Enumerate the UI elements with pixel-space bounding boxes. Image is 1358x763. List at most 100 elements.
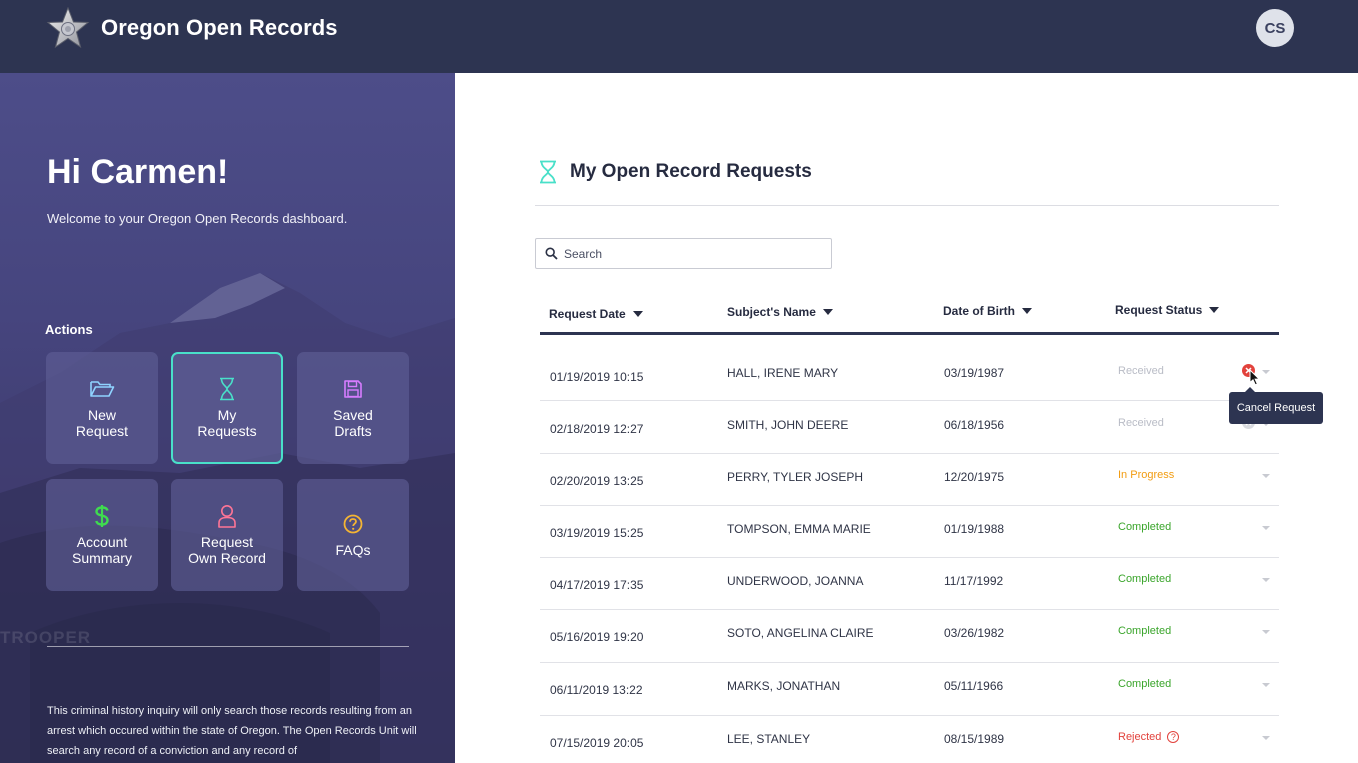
request-own-record-tile[interactable]: Request Own Record [171,479,283,591]
subject-name-cell: SOTO, ANGELINA CLAIRE [727,626,874,640]
table-row[interactable]: 02/20/2019 13:25 PERRY, TYLER JOSEPH 12/20… [540,454,1279,506]
subject-name-cell: UNDERWOOD, JOANNA [727,574,864,588]
table-row[interactable]: 02/18/2019 12:27 SMITH, JOHN DEERE 06/18/1… [540,402,1279,454]
status-badge: Completed [1118,625,1172,637]
person-icon [218,505,236,528]
row-expand-chevron-icon[interactable] [1262,578,1270,582]
sort-caret-icon [632,311,643,317]
date-of-birth-cell: 08/15/1989 [944,732,1005,746]
greeting-heading: Hi Carmen! [47,153,229,191]
sidebar: TROOPER Hi Carmen! Welcome to your Orego… [0,73,455,763]
date-of-birth-cell: 01/19/1988 [944,522,1005,536]
my-requests-label: My Requests [197,407,257,439]
date-of-birth-cell: 05/11/1966 [944,679,1004,693]
row-expand-chevron-icon[interactable] [1262,474,1270,478]
star-badge-icon[interactable] [46,7,90,49]
row-expand-chevron-icon[interactable] [1262,526,1270,530]
column-header-date-of-birth[interactable]: Date of Birth [943,304,1032,318]
search-input[interactable] [564,246,814,261]
new-request-tile[interactable]: New Request [46,352,158,464]
row-expand-chevron-icon[interactable] [1262,736,1270,740]
status-badge: Rejected [1118,731,1162,743]
status-badge: Completed [1118,573,1172,585]
sidebar-divider [47,646,409,647]
sort-caret-icon [1209,307,1220,313]
status-badge: Received [1118,365,1164,377]
table-row[interactable]: 01/19/2019 10:15 HALL, IRENE MARY 03/19/19… [540,350,1279,401]
saved-drafts-tile[interactable]: Saved Drafts [297,352,409,464]
subject-name-cell: TOMPSON, EMMA MARIE [727,522,871,536]
request-date-cell: 02/18/2019 12:27 [550,422,644,436]
request-own-record-label: Request Own Record [188,534,266,566]
request-status-cell: Rejected? [1118,731,1180,743]
request-status-cell: In Progress [1118,469,1174,481]
subject-name-cell: MARKS, JONATHAN [727,679,841,693]
actions-label: Actions [45,322,93,337]
date-of-birth-cell: 03/26/1982 [944,626,1005,640]
help-circle-icon[interactable]: ? [1167,731,1180,743]
account-summary-label: Account Summary [72,534,132,566]
request-status-cell: Completed [1118,678,1171,690]
column-header-label: Date of Birth [943,304,1015,318]
subject-name-cell: SMITH, JOHN DEERE [727,418,849,432]
request-date-cell: 01/19/2019 10:15 [550,370,644,384]
welcome-text: Welcome to your Oregon Open Records dash… [47,211,348,226]
table-row[interactable]: 04/17/2019 17:35 UNDERWOOD, JOANNA 11/17/1… [540,558,1279,610]
table-row[interactable]: 05/16/2019 19:20 SOTO, ANGELINA CLAIRE 03/… [540,610,1279,663]
hourglass-icon [540,160,556,184]
subject-name-cell: PERRY, TYLER JOSEPH [727,470,864,484]
request-date-cell: 07/15/2019 20:05 [550,736,644,750]
column-header-request-date[interactable]: Request Date [549,307,643,321]
request-date-cell: 02/20/2019 13:25 [550,474,644,488]
request-status-cell: Completed [1118,625,1171,637]
table-row[interactable]: 06/11/2019 13:22 MARKS, JONATHAN 05/11/196… [540,663,1279,716]
row-expand-chevron-icon[interactable] [1262,683,1270,687]
my-requests-tile[interactable]: My Requests [171,352,283,464]
table-header-divider [540,332,1279,335]
status-badge: Completed [1118,521,1172,533]
app-title: Oregon Open Records [101,15,338,40]
request-status-cell: Completed [1118,573,1171,585]
table-row[interactable]: 07/15/2019 20:05 LEE, STANLEY 08/15/1989 Re… [540,716,1279,763]
avatar[interactable]: CS [1256,9,1294,47]
request-date-cell: 06/11/2019 13:22 [550,683,643,697]
search-icon [545,247,558,260]
request-status-cell: Received [1118,365,1164,377]
saved-drafts-label: Saved Drafts [333,407,373,439]
date-of-birth-cell: 06/18/1956 [944,418,1005,432]
column-header-label: Request Date [549,307,626,321]
request-date-cell: 05/16/2019 19:20 [550,630,644,644]
cancel-request-tooltip: Cancel Request [1229,387,1323,424]
row-expand-chevron-icon[interactable] [1262,630,1270,634]
sort-caret-icon [822,309,833,315]
status-badge: Received [1118,417,1164,429]
floppy-disk-icon [344,380,362,398]
faqs-tile[interactable]: FAQs [297,479,409,591]
subject-name-cell: LEE, STANLEY [727,732,811,746]
account-summary-tile[interactable]: Account Summary [46,479,158,591]
status-badge: In Progress [1118,469,1175,481]
date-of-birth-cell: 12/20/1975 [944,470,1005,484]
faqs-label: FAQs [335,542,371,558]
date-of-birth-cell: 11/17/1992 [944,574,1004,588]
request-date-cell: 03/19/2019 15:25 [550,526,644,540]
column-header-subject-name[interactable]: Subject's Name [727,305,833,319]
table-row[interactable]: 03/19/2019 15:25 TOMPSON, EMMA MARIE 01/19… [540,506,1279,558]
sort-caret-icon [1022,308,1032,314]
dollar-icon [95,505,109,527]
request-date-cell: 04/17/2019 17:35 [550,578,644,592]
search-field[interactable] [535,238,832,269]
subject-name-cell: HALL, IRENE MARY [727,366,839,380]
question-circle-icon [343,514,363,534]
column-header-label: Subject's Name [727,305,816,319]
request-status-cell: Completed [1118,521,1171,533]
column-header-request-status[interactable]: Request Status [1115,303,1220,317]
background-trooper-text: TROOPER [0,628,92,647]
date-of-birth-cell: 03/19/1987 [944,366,1005,380]
status-badge: Completed [1118,678,1172,690]
hourglass-icon [220,377,234,401]
request-status-cell: Received [1118,417,1164,429]
row-expand-chevron-icon[interactable] [1262,370,1270,374]
top-bar: Oregon Open Records CS [0,0,1358,73]
mouse-cursor-icon [1249,369,1261,386]
